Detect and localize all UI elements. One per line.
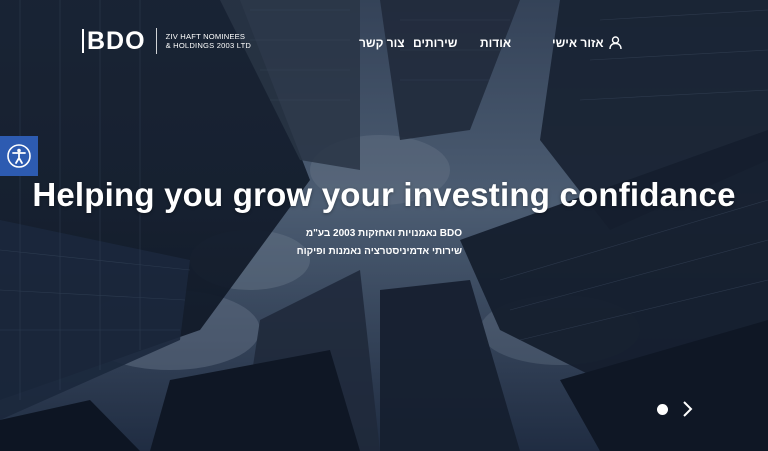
chevron-right-icon[interactable] [680, 400, 694, 418]
site-header: BDO ZIV HAFT NOMINEES & HOLDINGS 2003 LT… [0, 0, 768, 80]
company-name: ZIV HAFT NOMINEES & HOLDINGS 2003 LTD [166, 32, 252, 50]
nav-personal-area[interactable]: אזור אישי [552, 36, 622, 50]
nav-personal-area-label: אזור אישי [552, 36, 604, 50]
logo-text: BDO [87, 26, 146, 55]
user-icon [608, 36, 622, 50]
logo-mark: BDO [82, 26, 146, 55]
company-name-line2: & HOLDINGS 2003 LTD [165, 41, 252, 50]
hero-title: Helping you grow your investing confidan… [32, 176, 736, 213]
carousel-dot[interactable] [657, 404, 668, 415]
accessibility-button[interactable] [0, 136, 38, 176]
nav-services[interactable]: שירותים [413, 36, 457, 50]
company-name-line1: ZIV HAFT NOMINEES [165, 32, 246, 41]
accessibility-icon [7, 144, 31, 168]
bdo-logo[interactable]: BDO ZIV HAFT NOMINEES & HOLDINGS 2003 LT… [82, 28, 251, 54]
hero-subtitle-line2: שירותי אדמיניסטרציה נאמנות ופיקוח [296, 246, 462, 257]
nav-about[interactable]: אודות [480, 36, 511, 50]
nav-contact[interactable]: צור קשר [359, 36, 405, 50]
hero-subtitle-line1: BDO נאמנויות ואחזקות 2003 בע"מ [305, 228, 462, 239]
logo-divider [155, 28, 157, 54]
